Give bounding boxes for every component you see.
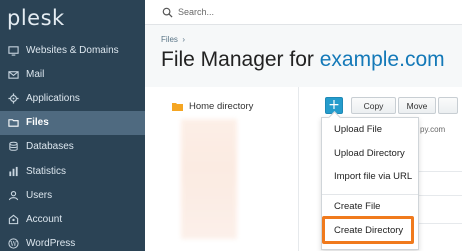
- sidebar-item-label: Account: [26, 213, 63, 225]
- breadcrumb-separator: ›: [180, 35, 186, 44]
- monitor-icon: [7, 44, 20, 57]
- chart-icon: [7, 165, 20, 178]
- copy-button[interactable]: Copy: [351, 97, 396, 114]
- menu-item-upload-file[interactable]: Upload File: [334, 124, 382, 135]
- sidebar-item-label: WordPress: [26, 238, 76, 250]
- top-bar: [145, 0, 462, 25]
- mail-icon: [7, 68, 20, 81]
- folder-icon: [7, 116, 20, 129]
- tree-item-label: Home directory: [189, 101, 254, 112]
- path-text: py.com: [420, 125, 446, 134]
- sidebar-item-label: Mail: [26, 68, 45, 80]
- sidebar-nav: Websites & Domains Mail Applications Fil…: [0, 38, 145, 251]
- sidebar-item-websites-domains[interactable]: Websites & Domains: [0, 38, 145, 62]
- tree-item-home[interactable]: Home directory: [172, 101, 253, 112]
- menu-item-create-file[interactable]: Create File: [334, 201, 380, 212]
- user-icon: [7, 189, 20, 202]
- sidebar-item-applications[interactable]: Applications: [0, 86, 145, 110]
- highlight-annotation: [322, 216, 414, 244]
- sidebar-item-mail[interactable]: Mail: [0, 62, 145, 86]
- page-title: File Manager for example.com: [161, 48, 445, 72]
- sidebar-item-label: Files: [26, 117, 49, 129]
- gear-icon: [7, 92, 20, 105]
- wordpress-icon: W: [7, 237, 20, 250]
- sidebar-item-label: Applications: [26, 92, 80, 104]
- menu-separator: [322, 194, 418, 195]
- sidebar-item-label: Websites & Domains: [26, 44, 119, 56]
- folder-icon: [172, 102, 183, 111]
- page-title-domain[interactable]: example.com: [320, 48, 445, 71]
- pane-splitter[interactable]: [298, 87, 299, 251]
- sidebar-item-users[interactable]: Users: [0, 183, 145, 207]
- sidebar-item-files[interactable]: Files: [0, 110, 145, 135]
- search-icon[interactable]: [162, 7, 173, 18]
- directory-tree: Home directory: [157, 87, 289, 251]
- file-toolbar: + Copy Move: [325, 97, 458, 114]
- toolbar-more-button[interactable]: [438, 97, 458, 114]
- breadcrumb-files[interactable]: Files: [161, 35, 178, 44]
- sidebar-item-statistics[interactable]: Statistics: [0, 159, 145, 183]
- move-button[interactable]: Move: [398, 97, 436, 114]
- sidebar-item-label: Databases: [26, 141, 74, 153]
- search-input[interactable]: [178, 7, 378, 17]
- menu-item-import-file-via-url[interactable]: Import file via URL: [334, 171, 412, 182]
- menu-item-upload-directory[interactable]: Upload Directory: [334, 148, 405, 159]
- sidebar-item-account[interactable]: Account: [0, 207, 145, 231]
- sidebar-item-wordpress[interactable]: W WordPress: [0, 232, 145, 251]
- database-icon: [7, 140, 20, 153]
- sidebar-item-label: Statistics: [26, 165, 67, 177]
- sidebar-item-databases[interactable]: Databases: [0, 135, 145, 159]
- sidebar: plesk Websites & Domains Mail Applicatio…: [0, 0, 145, 251]
- sidebar-item-label: Users: [26, 189, 53, 201]
- page-title-prefix: File Manager for: [161, 48, 320, 71]
- svg-text:W: W: [10, 240, 17, 248]
- breadcrumb[interactable]: Files ›: [161, 35, 185, 44]
- blurred-content: [181, 119, 237, 239]
- plesk-logo[interactable]: plesk: [7, 6, 65, 30]
- account-icon: [7, 213, 20, 226]
